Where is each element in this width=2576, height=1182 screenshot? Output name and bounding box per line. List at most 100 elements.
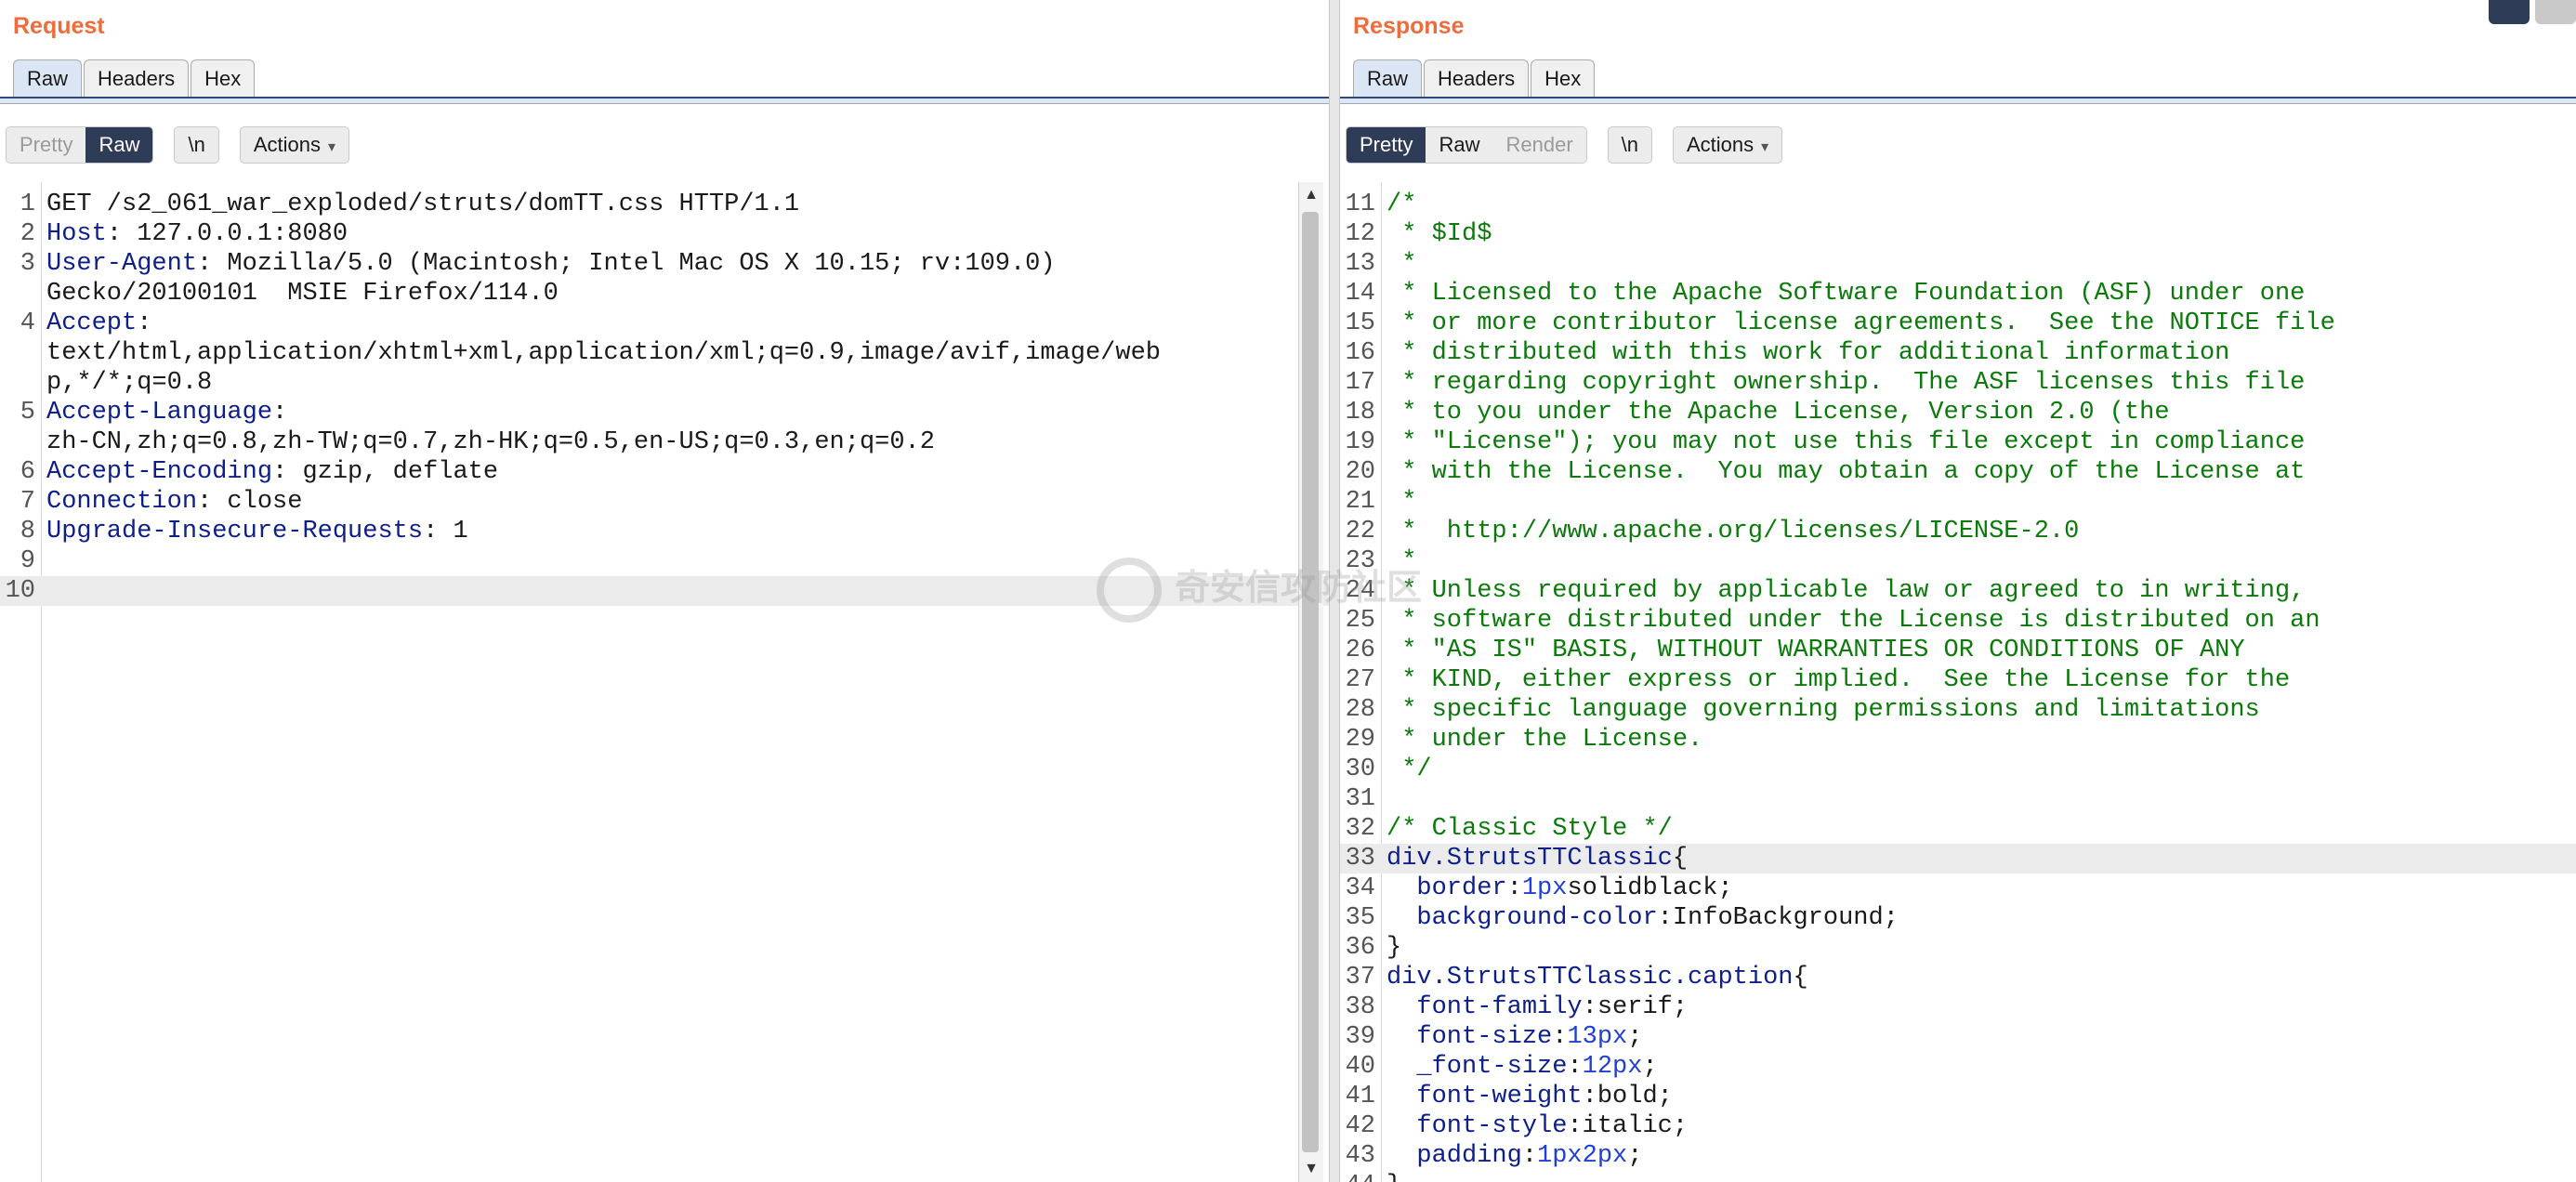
response-code-line[interactable]: 44}	[1340, 1171, 2576, 1182]
request-code-line[interactable]: 1 GET /s2_061_war_exploded/struts/domTT.c…	[0, 190, 1329, 219]
triangle-up-icon[interactable]: ▲	[1299, 182, 1323, 208]
code-text: padding:1px2px;	[1387, 1141, 1642, 1171]
response-newline-button[interactable]: \n	[1607, 126, 1652, 164]
request-code-line[interactable]: 7 Connection: close	[0, 487, 1329, 517]
response-actions-button[interactable]: Actions ▾	[1673, 126, 1783, 164]
response-code-line[interactable]: 11 /*	[1340, 190, 2576, 219]
line-number: 35	[1345, 904, 1375, 932]
response-code-line[interactable]: 13 *	[1340, 249, 2576, 279]
code-text: * with the License. You may obtain a cop…	[1387, 457, 2305, 487]
response-code-line[interactable]: 35 background-color:InfoBackground;	[1340, 903, 2576, 933]
response-code-line[interactable]: 30 */	[1340, 755, 2576, 784]
request-tab-hex[interactable]: Hex	[191, 59, 256, 98]
request-actions-label: Actions	[253, 133, 321, 156]
request-editor[interactable]: 1 GET /s2_061_war_exploded/struts/domTT.c…	[0, 182, 1329, 1182]
request-code-line[interactable]: text/html,application/xhtml+xml,applicat…	[0, 338, 1329, 368]
request-actions-button[interactable]: Actions ▾	[239, 126, 350, 164]
request-raw-button[interactable]: Raw	[85, 127, 153, 163]
code-token: text/html,application/xhtml+xml,applicat…	[46, 339, 1161, 367]
code-text: Accept-Language:	[46, 398, 287, 427]
request-code-line[interactable]: 5 Accept-Language:	[0, 398, 1329, 427]
response-code-line[interactable]: 26 * "AS IS" BASIS, WITHOUT WARRANTIES O…	[1340, 636, 2576, 665]
request-code-line[interactable]: 2 Host: 127.0.0.1:8080	[0, 219, 1329, 249]
request-code-line[interactable]: 4 Accept:	[0, 309, 1329, 338]
response-code-line[interactable]: 28 * specific language governing permiss…	[1340, 695, 2576, 725]
request-pretty-button[interactable]: Pretty	[7, 127, 86, 163]
triangle-down-icon[interactable]: ▼	[1299, 1156, 1323, 1182]
line-number: 7	[20, 488, 35, 516]
layout-icon[interactable]	[2489, 0, 2530, 24]
response-tab-headers[interactable]: Headers	[1424, 59, 1530, 98]
response-code-line[interactable]: 20 * with the License. You may obtain a …	[1340, 457, 2576, 487]
request-tab-raw[interactable]: Raw	[13, 59, 83, 98]
code-token: :italic;	[1567, 1112, 1689, 1140]
response-code-line[interactable]: 27 * KIND, either express or implied. Se…	[1340, 665, 2576, 695]
response-toolbar: Pretty Raw Render \n Actions ▾	[1346, 126, 1783, 164]
code-token: : Mozilla/5.0 (Macintosh; Intel Mac OS X…	[197, 250, 1056, 278]
response-code-line[interactable]: 14 * Licensed to the Apache Software Fou…	[1340, 279, 2576, 309]
code-token: * http://www.apache.org/licenses/LICENSE…	[1387, 518, 2080, 545]
response-render-button[interactable]: Render	[1492, 127, 1586, 163]
code-text: * Licensed to the Apache Software Founda…	[1387, 279, 2305, 309]
response-code-line[interactable]: 43 padding:1px2px;	[1340, 1141, 2576, 1171]
code-token: *	[1387, 488, 1417, 516]
request-code-line[interactable]: zh-CN,zh;q=0.8,zh-TW;q=0.7,zh-HK;q=0.5,e…	[0, 427, 1329, 457]
code-text: */	[1387, 755, 1431, 784]
response-tabs: Raw Headers Hex	[1353, 59, 1597, 98]
code-token: * under the License.	[1387, 726, 1703, 754]
layout-icon[interactable]	[2535, 0, 2576, 24]
line-number: 29	[1345, 726, 1375, 754]
response-code-line[interactable]: 25 * software distributed under the Lice…	[1340, 606, 2576, 636]
code-token: :serif;	[1582, 993, 1689, 1021]
line-number: 5	[20, 399, 35, 427]
response-code-line[interactable]: 38 font-family:serif;	[1340, 992, 2576, 1022]
code-token: div.StrutsTTClassic	[1387, 845, 1673, 873]
request-newline-button[interactable]: \n	[174, 126, 219, 164]
response-code-line[interactable]: 29 * under the License.	[1340, 725, 2576, 755]
request-tab-headers[interactable]: Headers	[84, 59, 190, 98]
response-tab-hex[interactable]: Hex	[1531, 59, 1596, 98]
response-code-line[interactable]: 36}	[1340, 933, 2576, 963]
response-code-line[interactable]: 12 * $Id$	[1340, 219, 2576, 249]
request-scroll-thumb[interactable]	[1302, 212, 1319, 1152]
line-number: 39	[1345, 1023, 1375, 1051]
response-pretty-button[interactable]: Pretty	[1347, 127, 1426, 163]
request-code-line[interactable]: 8 Upgrade-Insecure-Requests: 1	[0, 517, 1329, 546]
response-code-line[interactable]: 33 div.StrutsTTClassic{	[1340, 844, 2576, 873]
request-scrollbar[interactable]: ▲ ▼	[1298, 182, 1323, 1182]
response-code-line[interactable]: 31	[1340, 784, 2576, 814]
response-code-line[interactable]: 16 * distributed with this work for addi…	[1340, 338, 2576, 368]
line-number: 8	[20, 518, 35, 545]
request-code-line[interactable]: Gecko/20100101 MSIE Firefox/114.0	[0, 279, 1329, 309]
request-code-line[interactable]: 3 User-Agent: Mozilla/5.0 (Macintosh; Int…	[0, 249, 1329, 279]
response-code-line[interactable]: 40 _font-size:12px;	[1340, 1052, 2576, 1082]
response-code-line[interactable]: 19 * "License"); you may not use this fi…	[1340, 427, 2576, 457]
response-code-line[interactable]: 32 /* Classic Style */	[1340, 814, 2576, 844]
code-token: Upgrade-Insecure-Requests	[46, 518, 424, 545]
response-code-line[interactable]: 17 * regarding copyright ownership. The …	[1340, 368, 2576, 398]
response-code-line[interactable]: 24 * Unless required by applicable law o…	[1340, 576, 2576, 606]
response-code-line[interactable]: 21 *	[1340, 487, 2576, 517]
response-code-line[interactable]: 41 font-weight:bold;	[1340, 1082, 2576, 1111]
response-raw-button[interactable]: Raw	[1426, 127, 1493, 163]
response-code-line[interactable]: 39 font-size:13px;	[1340, 1022, 2576, 1052]
response-code-line[interactable]: 42 font-style:italic;	[1340, 1111, 2576, 1141]
response-code-line[interactable]: 22 * http://www.apache.org/licenses/LICE…	[1340, 517, 2576, 546]
code-token: 1px	[1521, 874, 1568, 902]
code-text: }	[1387, 1171, 1401, 1182]
request-code-line[interactable]: 6 Accept-Encoding: gzip, deflate	[0, 457, 1329, 487]
response-code-line[interactable]: 18 * to you under the Apache License, Ve…	[1340, 398, 2576, 427]
code-text: div.StrutsTTClassic{	[1387, 844, 1688, 873]
response-code-line[interactable]: 23 *	[1340, 546, 2576, 576]
response-code-line[interactable]: 34 border:1pxsolidblack;	[1340, 873, 2576, 903]
line-number: 21	[1345, 488, 1375, 516]
response-editor[interactable]: 11/* 12 * $Id$ 13 * 14 * Licensed to the Ap…	[1340, 182, 2576, 1182]
code-token: ;	[1642, 1053, 1658, 1081]
code-text: * regarding copyright ownership. The ASF…	[1387, 368, 2305, 398]
response-code-line[interactable]: 15 * or more contributor license agreeme…	[1340, 309, 2576, 338]
request-code-line[interactable]: p,*/*;q=0.8	[0, 368, 1329, 398]
line-number: 38	[1345, 993, 1375, 1021]
response-code-line[interactable]: 37 div.StrutsTTClassic.caption{	[1340, 963, 2576, 992]
response-tab-raw[interactable]: Raw	[1353, 59, 1423, 98]
code-token: }	[1387, 1172, 1401, 1182]
